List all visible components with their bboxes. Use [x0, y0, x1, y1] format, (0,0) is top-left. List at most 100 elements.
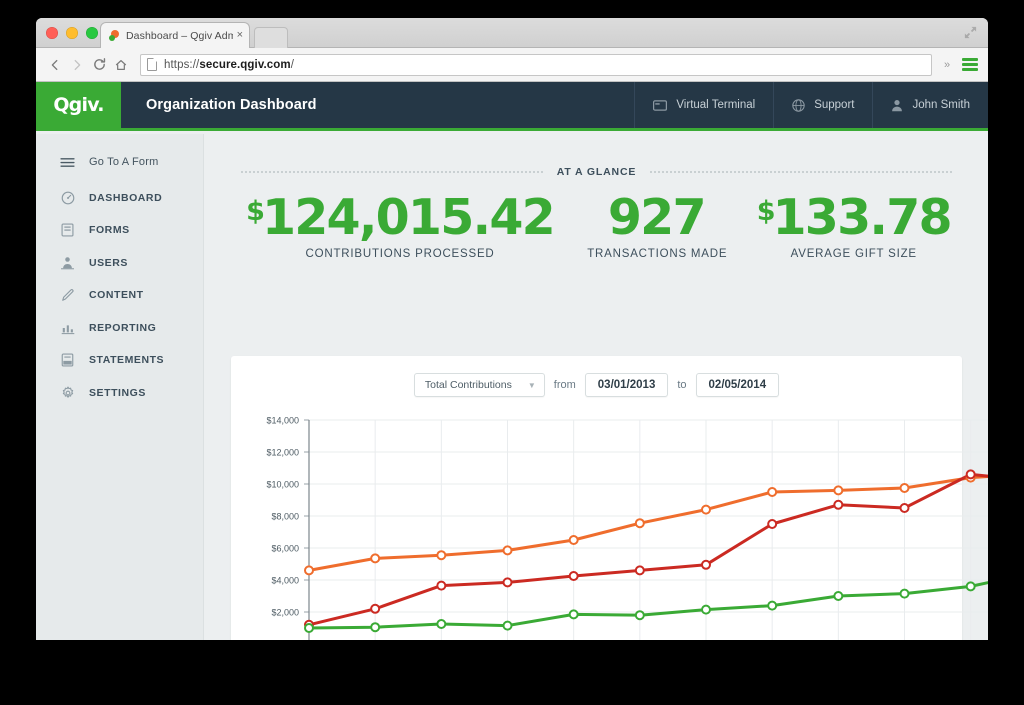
y-axis-label: $6,000: [271, 544, 299, 554]
sidebar-item-label: SETTINGS: [89, 386, 146, 399]
sidebar-item-reporting[interactable]: REPORTING: [36, 312, 203, 345]
stat-number: 927: [607, 189, 707, 246]
chart-data-point[interactable]: [370, 553, 381, 564]
hamburger-icon: [60, 157, 75, 168]
browser-tab-active[interactable]: Dashboard – Qgiv Adminis ×: [100, 22, 250, 48]
chart-data-point[interactable]: [370, 603, 381, 614]
sidebar-item-statements[interactable]: STATEMENTS: [36, 344, 203, 377]
browser-menu-icon[interactable]: [960, 54, 980, 76]
chart-data-point[interactable]: [568, 535, 579, 545]
at-a-glance-header: AT A GLANCE: [205, 158, 988, 186]
chart-data-point[interactable]: [304, 623, 314, 633]
globe-icon: [792, 98, 805, 112]
chart-data-point[interactable]: [701, 504, 711, 515]
chart-data-point[interactable]: [502, 620, 513, 631]
header-item-label: Virtual Terminal: [676, 99, 756, 111]
chart-data-point[interactable]: [568, 609, 579, 620]
users-icon: [60, 256, 75, 270]
header-item-support[interactable]: Support: [773, 82, 872, 128]
to-label: to: [677, 379, 687, 391]
chart-data-point[interactable]: [833, 499, 844, 510]
stat-number: 133.78: [772, 189, 953, 246]
pencil-icon: [60, 288, 75, 302]
stat-transactions-made: 927 TRANSACTIONS MADE: [559, 192, 755, 261]
chart-card: Total Contributions ▼ from 03/01/2013 to…: [231, 356, 988, 640]
new-tab-button[interactable]: [254, 27, 288, 48]
chart-data-point[interactable]: [899, 483, 910, 493]
chart-data-point[interactable]: [767, 487, 778, 497]
y-axis-label: $10,000: [266, 480, 299, 490]
y-axis-label: $4,000: [271, 576, 299, 586]
chart-data-point[interactable]: [502, 577, 513, 588]
page-title: Organization Dashboard: [146, 97, 317, 113]
chart-data-point[interactable]: [899, 588, 910, 599]
sidebar-item-label: USERS: [89, 256, 128, 269]
sidebar-item-dashboard[interactable]: DASHBOARD: [36, 182, 203, 215]
chart-data-point[interactable]: [767, 600, 778, 611]
sidebar-item-users[interactable]: USERS: [36, 247, 203, 280]
line-chart: $0 $2,000 $4,000 $6,000 $8,000 $10,000 $12,000…: [231, 408, 988, 640]
back-button[interactable]: [44, 54, 66, 76]
stat-caption: AVERAGE GIFT SIZE: [790, 248, 917, 261]
favicon-icon: [109, 30, 120, 41]
qgiv-logo[interactable]: Qgiv.: [36, 82, 121, 128]
page-info-icon: [147, 58, 157, 71]
credit-card-icon: [653, 99, 668, 111]
chart-data-point[interactable]: [304, 565, 314, 576]
close-tab-icon[interactable]: ×: [237, 30, 243, 41]
chart-data-point[interactable]: [701, 604, 711, 615]
chart-data-point[interactable]: [568, 571, 579, 581]
minimize-window-button[interactable]: [66, 27, 78, 39]
header-item-user[interactable]: John Smith: [872, 82, 988, 128]
sidebar-item-forms[interactable]: FORMS: [36, 214, 203, 247]
stat-value: $124,015.42: [241, 192, 559, 243]
fullscreen-icon[interactable]: [963, 25, 978, 40]
stat-contributions-processed: $124,015.42 CONTRIBUTIONS PROCESSED: [241, 192, 559, 261]
chart-data-point[interactable]: [634, 610, 645, 621]
chevron-down-icon: ▼: [527, 380, 536, 390]
home-button[interactable]: [110, 54, 132, 76]
forward-button[interactable]: [66, 54, 88, 76]
chart-data-point[interactable]: [634, 518, 645, 529]
sidebar-item-label: DASHBOARD: [89, 191, 163, 204]
chart-data-point[interactable]: [965, 581, 976, 592]
app-viewport: Qgiv. Organization Dashboard Virtual Ter…: [36, 82, 988, 640]
chart-data-point[interactable]: [965, 469, 976, 480]
chart-data-point[interactable]: [436, 580, 447, 591]
close-window-button[interactable]: [46, 27, 58, 39]
stats-row: $124,015.42 CONTRIBUTIONS PROCESSED 927 …: [205, 186, 988, 261]
sidebar-item-go-to-a-form[interactable]: Go To A Form: [36, 146, 203, 179]
sidebar-item-settings[interactable]: SETTINGS: [36, 377, 203, 410]
chart-data-point[interactable]: [370, 622, 381, 633]
from-label: from: [553, 379, 576, 391]
chart-data-point[interactable]: [833, 591, 844, 601]
sidebar-item-label: FORMS: [89, 224, 130, 237]
chart-data-point[interactable]: [701, 559, 711, 570]
address-bar[interactable]: https://secure.qgiv.com/: [140, 53, 932, 76]
at-a-glance-label: AT A GLANCE: [556, 166, 637, 178]
chart-data-point[interactable]: [767, 519, 778, 529]
toolbar-overflow-icon[interactable]: »: [938, 59, 956, 71]
chart-data-point[interactable]: [502, 545, 513, 556]
user-icon: [892, 99, 903, 111]
maximize-window-button[interactable]: [86, 27, 98, 39]
y-axis-label: $14,000: [266, 416, 299, 426]
stat-value: 927: [559, 192, 755, 243]
bar-chart-icon: [60, 321, 75, 335]
metric-select[interactable]: Total Contributions ▼: [413, 373, 545, 397]
header-item-virtual-terminal[interactable]: Virtual Terminal: [634, 82, 773, 128]
to-date-input[interactable]: 02/05/2014: [695, 373, 780, 397]
reload-button[interactable]: [88, 54, 110, 76]
sidebar-item-label: REPORTING: [89, 321, 157, 334]
chart-data-point[interactable]: [833, 485, 844, 496]
chart-data-point[interactable]: [899, 503, 910, 513]
from-date-input[interactable]: 03/01/2013: [584, 373, 669, 397]
stat-caption: CONTRIBUTIONS PROCESSED: [305, 248, 495, 261]
chart-data-point[interactable]: [436, 550, 447, 561]
app-header: Qgiv. Organization Dashboard Virtual Ter…: [36, 82, 988, 131]
sidebar-item-content[interactable]: CONTENT: [36, 279, 203, 312]
chart-data-point[interactable]: [436, 619, 447, 629]
header-item-label: Support: [814, 99, 855, 111]
chart-data-point[interactable]: [634, 565, 645, 576]
stat-value: $133.78: [756, 189, 953, 246]
